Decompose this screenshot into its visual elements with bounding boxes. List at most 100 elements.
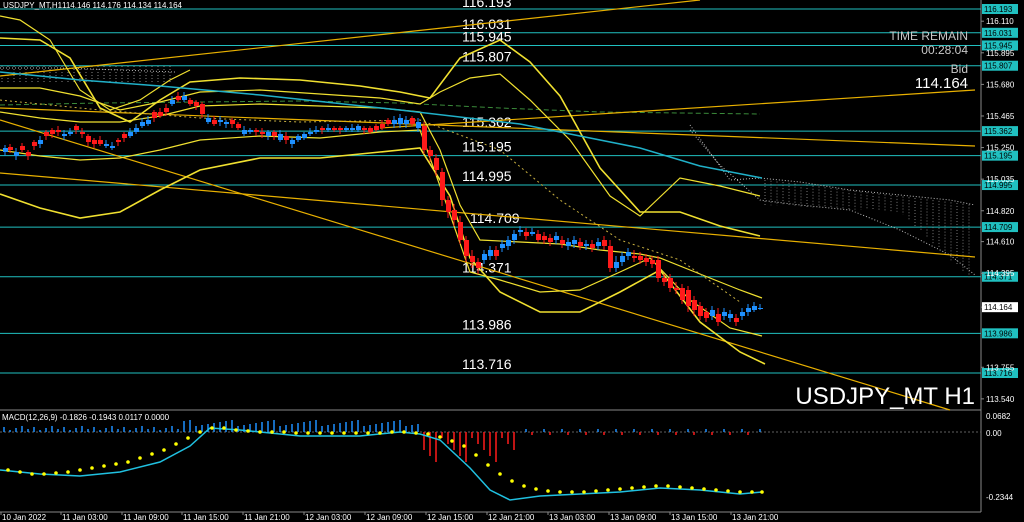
- price-axis: 116.110 115.895 115.680 115.465 115.250 115.0…: [981, 17, 1018, 404]
- macd-signal-dot: [702, 487, 706, 491]
- chart-header-symbol: USDJPY_MT,H1: [3, 1, 63, 10]
- price-axis-label: 115.035: [986, 175, 1015, 184]
- macd-signal-dot: [270, 430, 274, 434]
- bull-candle: [746, 308, 751, 312]
- bull-candle: [404, 120, 409, 124]
- macd-signal-dot: [330, 431, 334, 435]
- macd-signal-dot: [402, 430, 406, 434]
- bull-candle: [62, 134, 67, 136]
- bull-candle: [344, 128, 349, 130]
- macd-signal-dot: [30, 472, 34, 476]
- macd-signal-dot: [618, 487, 622, 491]
- macd-scale-bottom: -0.2344: [986, 493, 1014, 502]
- bull-candle: [170, 100, 175, 104]
- macd-signal-dot: [258, 430, 262, 434]
- bull-candle: [3, 148, 8, 152]
- price-axis-label: 113.755: [986, 363, 1015, 372]
- bear-candle: [332, 128, 337, 130]
- bid-label: Bid: [951, 62, 968, 76]
- bull-candle: [416, 122, 421, 128]
- bear-candle: [524, 232, 529, 236]
- bull-candle: [554, 236, 559, 240]
- bear-candle: [698, 306, 703, 316]
- bear-candle: [476, 262, 481, 268]
- macd-signal-dot: [666, 484, 670, 488]
- bull-candle: [248, 130, 253, 132]
- macd-signal-dot: [630, 486, 634, 490]
- bear-candle: [368, 128, 373, 132]
- macd-signal-dot: [510, 479, 514, 483]
- bear-candle: [380, 124, 385, 128]
- bear-candle: [422, 126, 427, 150]
- macd-signal-dot: [760, 490, 764, 494]
- bull-candle: [356, 126, 361, 130]
- bid-price-tag-text: 114.164: [984, 303, 1013, 312]
- symbol-watermark: USDJPY_MT H1: [795, 383, 975, 410]
- macd-signal-dot: [294, 431, 298, 435]
- bull-candle: [566, 242, 571, 246]
- bear-candle: [602, 240, 607, 246]
- bull-candle: [266, 132, 271, 136]
- macd-signal-dot: [414, 431, 418, 435]
- macd-signal-dot: [750, 490, 754, 494]
- candles: [3, 92, 763, 326]
- bear-candle: [386, 120, 391, 124]
- bear-candle: [56, 130, 61, 132]
- macd-signal-dot: [66, 470, 70, 474]
- bull-candle: [242, 130, 247, 134]
- bull-candle: [752, 306, 757, 310]
- bear-candle: [716, 314, 721, 322]
- macd-signal-dot: [54, 471, 58, 475]
- bear-candle: [434, 158, 439, 170]
- macd-signal-dot: [318, 431, 322, 435]
- macd-title: MACD(12,26,9) -0.1826 -0.1943 0.0117 0.0…: [2, 413, 170, 422]
- macd-signal-dot: [498, 472, 502, 476]
- macd-signal-dot: [606, 488, 610, 492]
- band-curve: [0, 129, 763, 337]
- chart-window[interactable]: 116.193 116.193 116.031 116.031 115.945 115.9…: [0, 0, 1024, 522]
- bear-candle: [632, 256, 637, 258]
- bollinger-bands: [0, 15, 766, 365]
- bull-candle: [488, 250, 493, 256]
- bull-candle: [302, 134, 307, 138]
- bear-candle: [548, 238, 553, 242]
- time-remain-value: 00:28:04: [921, 43, 968, 57]
- bull-candle: [572, 240, 577, 244]
- macd-signal-dot: [726, 489, 730, 493]
- level-price-tag-text: 115.807: [984, 62, 1013, 71]
- bear-candle: [704, 312, 709, 318]
- macd-signal-dot: [450, 439, 454, 443]
- price-axis-label: 115.680: [986, 80, 1015, 89]
- bear-candle: [284, 136, 289, 140]
- bull-candle: [740, 312, 745, 316]
- bear-candle: [656, 260, 661, 278]
- macd-signal-dot: [594, 489, 598, 493]
- bull-candle: [758, 308, 763, 309]
- bull-candle: [182, 96, 187, 100]
- bear-candle: [116, 140, 121, 142]
- macd-signal-dot: [654, 484, 658, 488]
- bear-candle: [590, 244, 595, 248]
- bear-candle: [32, 142, 37, 146]
- macd-signal-dot: [282, 430, 286, 434]
- bull-candle: [728, 314, 733, 318]
- time-axis-label: 13 Jan 21:00: [732, 513, 779, 522]
- horizontal-levels: 116.193 116.193116.031116.031115.945115.9…: [0, 0, 1018, 378]
- trendline-upper: [0, 0, 701, 77]
- macd-signal-dot: [102, 464, 106, 468]
- bear-candle: [320, 128, 325, 130]
- price-chart[interactable]: 116.193 116.193116.031116.031115.945115.9…: [0, 0, 1024, 522]
- level-price-tag-text: 114.709: [984, 223, 1013, 232]
- bear-candle: [560, 240, 565, 244]
- bull-candle: [506, 240, 511, 246]
- macd-signal-dot: [306, 431, 310, 435]
- macd-signal-dot: [642, 485, 646, 489]
- time-axis-label: 13 Jan 15:00: [671, 513, 718, 522]
- bear-candle: [470, 256, 475, 262]
- macd-signal-dot: [78, 468, 82, 472]
- macd-signal-dot: [678, 485, 682, 489]
- macd-signal-dot: [342, 431, 346, 435]
- macd-signal-dot: [690, 486, 694, 490]
- bear-candle: [164, 108, 169, 112]
- bear-candle: [446, 200, 451, 212]
